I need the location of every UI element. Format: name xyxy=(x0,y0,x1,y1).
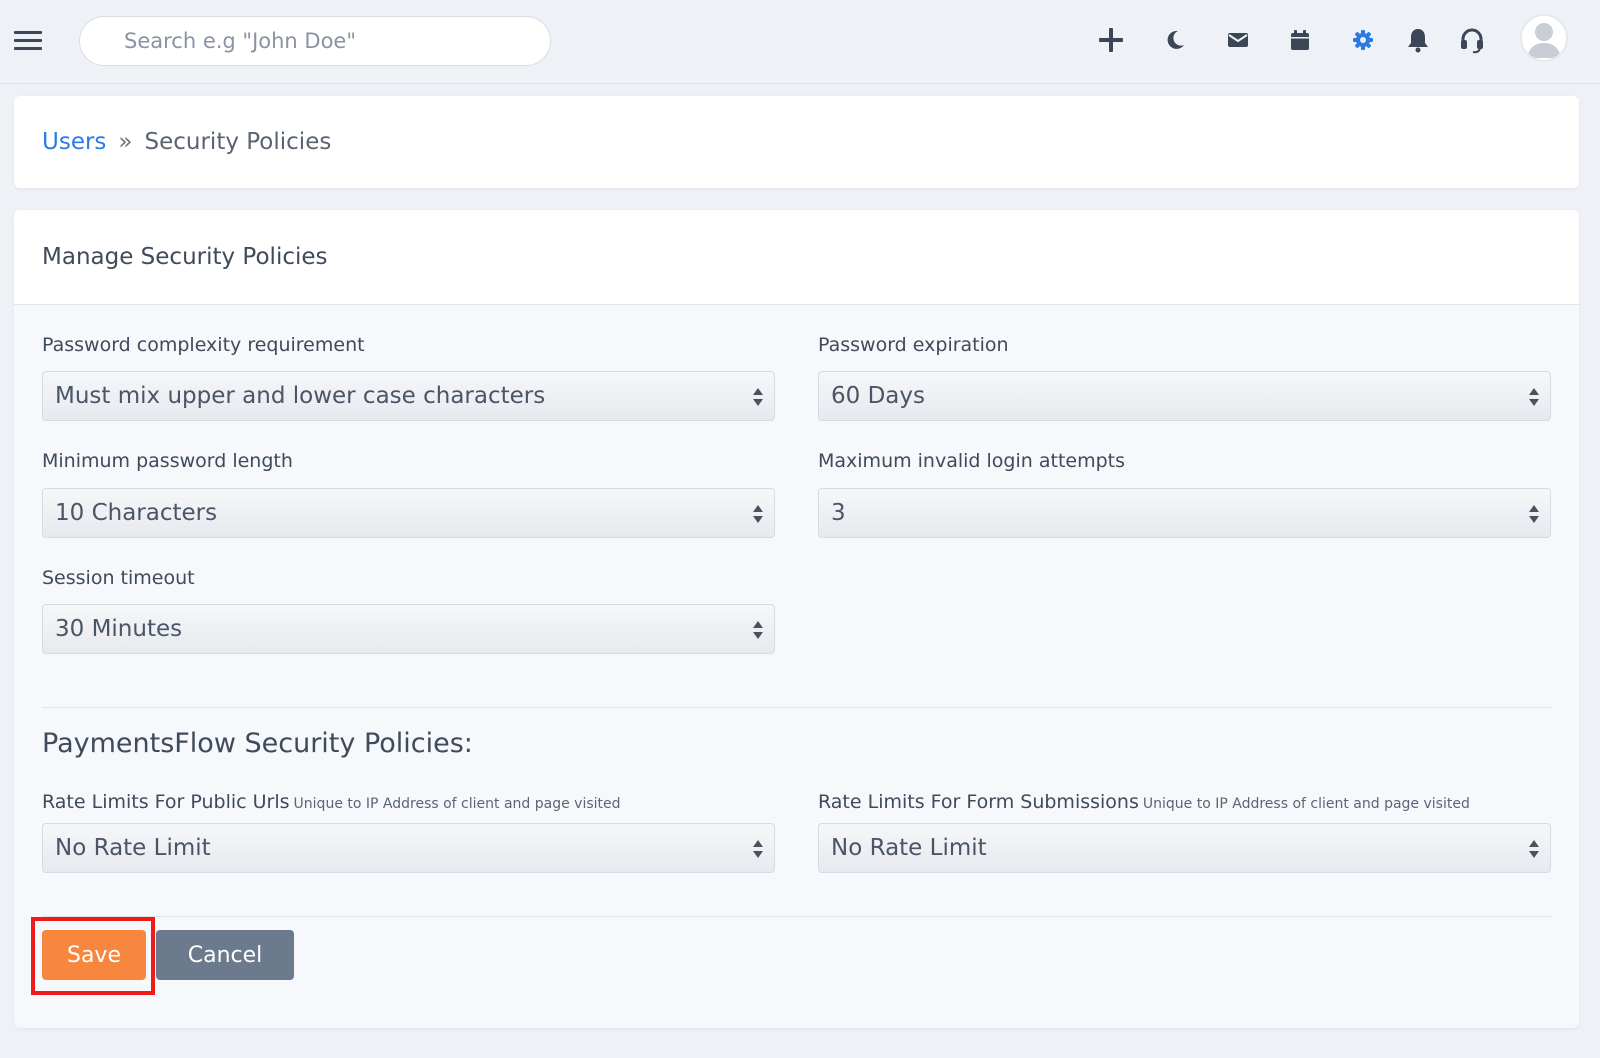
section-divider xyxy=(42,707,1551,708)
select-arrows-icon xyxy=(753,388,763,406)
password-expiration-label: Password expiration xyxy=(818,334,1009,356)
session-timeout-value: 30 Minutes xyxy=(55,616,183,642)
breadcrumb: Users » Security Policies xyxy=(14,96,1579,188)
moon-icon[interactable] xyxy=(1159,24,1191,56)
save-button[interactable]: Save xyxy=(42,930,146,980)
bell-icon[interactable] xyxy=(1402,24,1434,56)
session-timeout-label: Session timeout xyxy=(42,567,195,589)
menu-icon[interactable] xyxy=(14,31,42,51)
select-arrows-icon xyxy=(753,621,763,639)
actions-divider xyxy=(42,916,1551,917)
password-complexity-value: Must mix upper and lower case characters xyxy=(55,383,546,409)
plus-icon[interactable] xyxy=(1095,24,1127,56)
card-header: Manage Security Policies xyxy=(14,210,1579,305)
select-arrows-icon xyxy=(753,840,763,858)
password-expiration-select[interactable]: 60 Days xyxy=(818,371,1551,421)
public-urls-label-text: Rate Limits For Public Urls xyxy=(42,791,290,813)
form-submissions-hint: Unique to IP Address of client and page … xyxy=(1142,796,1470,812)
breadcrumb-separator: » xyxy=(118,129,133,155)
support-icon[interactable] xyxy=(1456,24,1488,56)
search-input[interactable] xyxy=(79,16,551,66)
form-submissions-rate-limit-value: No Rate Limit xyxy=(831,835,987,861)
min-password-length-select[interactable]: 10 Characters xyxy=(42,488,775,538)
max-invalid-logins-label: Maximum invalid login attempts xyxy=(818,450,1125,472)
security-policies-card: Manage Security Policies Password comple… xyxy=(14,210,1579,1028)
page-title: Manage Security Policies xyxy=(42,244,328,270)
public-urls-rate-limit-select[interactable]: No Rate Limit xyxy=(42,823,775,873)
session-timeout-select[interactable]: 30 Minutes xyxy=(42,604,775,654)
cancel-button[interactable]: Cancel xyxy=(156,930,294,980)
form-submissions-rate-limit-select[interactable]: No Rate Limit xyxy=(818,823,1551,873)
top-navbar xyxy=(0,0,1600,84)
form-submissions-label-text: Rate Limits For Form Submissions xyxy=(818,791,1139,813)
max-invalid-logins-value: 3 xyxy=(831,500,846,526)
password-expiration-value: 60 Days xyxy=(831,383,925,409)
select-arrows-icon xyxy=(1529,840,1539,858)
payments-section-title: PaymentsFlow Security Policies: xyxy=(42,728,473,759)
max-invalid-logins-select[interactable]: 3 xyxy=(818,488,1551,538)
public-urls-rate-limit-label: Rate Limits For Public Urls Unique to IP … xyxy=(42,791,621,813)
avatar[interactable] xyxy=(1520,14,1568,62)
calendar-icon[interactable] xyxy=(1284,24,1316,56)
password-complexity-label: Password complexity requirement xyxy=(42,334,365,356)
select-arrows-icon xyxy=(753,505,763,523)
select-arrows-icon xyxy=(1529,388,1539,406)
mail-icon[interactable] xyxy=(1222,24,1254,56)
public-urls-rate-limit-value: No Rate Limit xyxy=(55,835,211,861)
password-complexity-select[interactable]: Must mix upper and lower case characters xyxy=(42,371,775,421)
breadcrumb-link-users[interactable]: Users xyxy=(42,129,106,155)
form-submissions-rate-limit-label: Rate Limits For Form Submissions Unique t… xyxy=(818,791,1470,813)
breadcrumb-current: Security Policies xyxy=(144,129,332,155)
min-password-length-value: 10 Characters xyxy=(55,500,218,526)
public-urls-hint: Unique to IP Address of client and page … xyxy=(293,796,621,812)
select-arrows-icon xyxy=(1529,505,1539,523)
min-password-length-label: Minimum password length xyxy=(42,450,293,472)
gear-icon[interactable] xyxy=(1347,24,1379,56)
